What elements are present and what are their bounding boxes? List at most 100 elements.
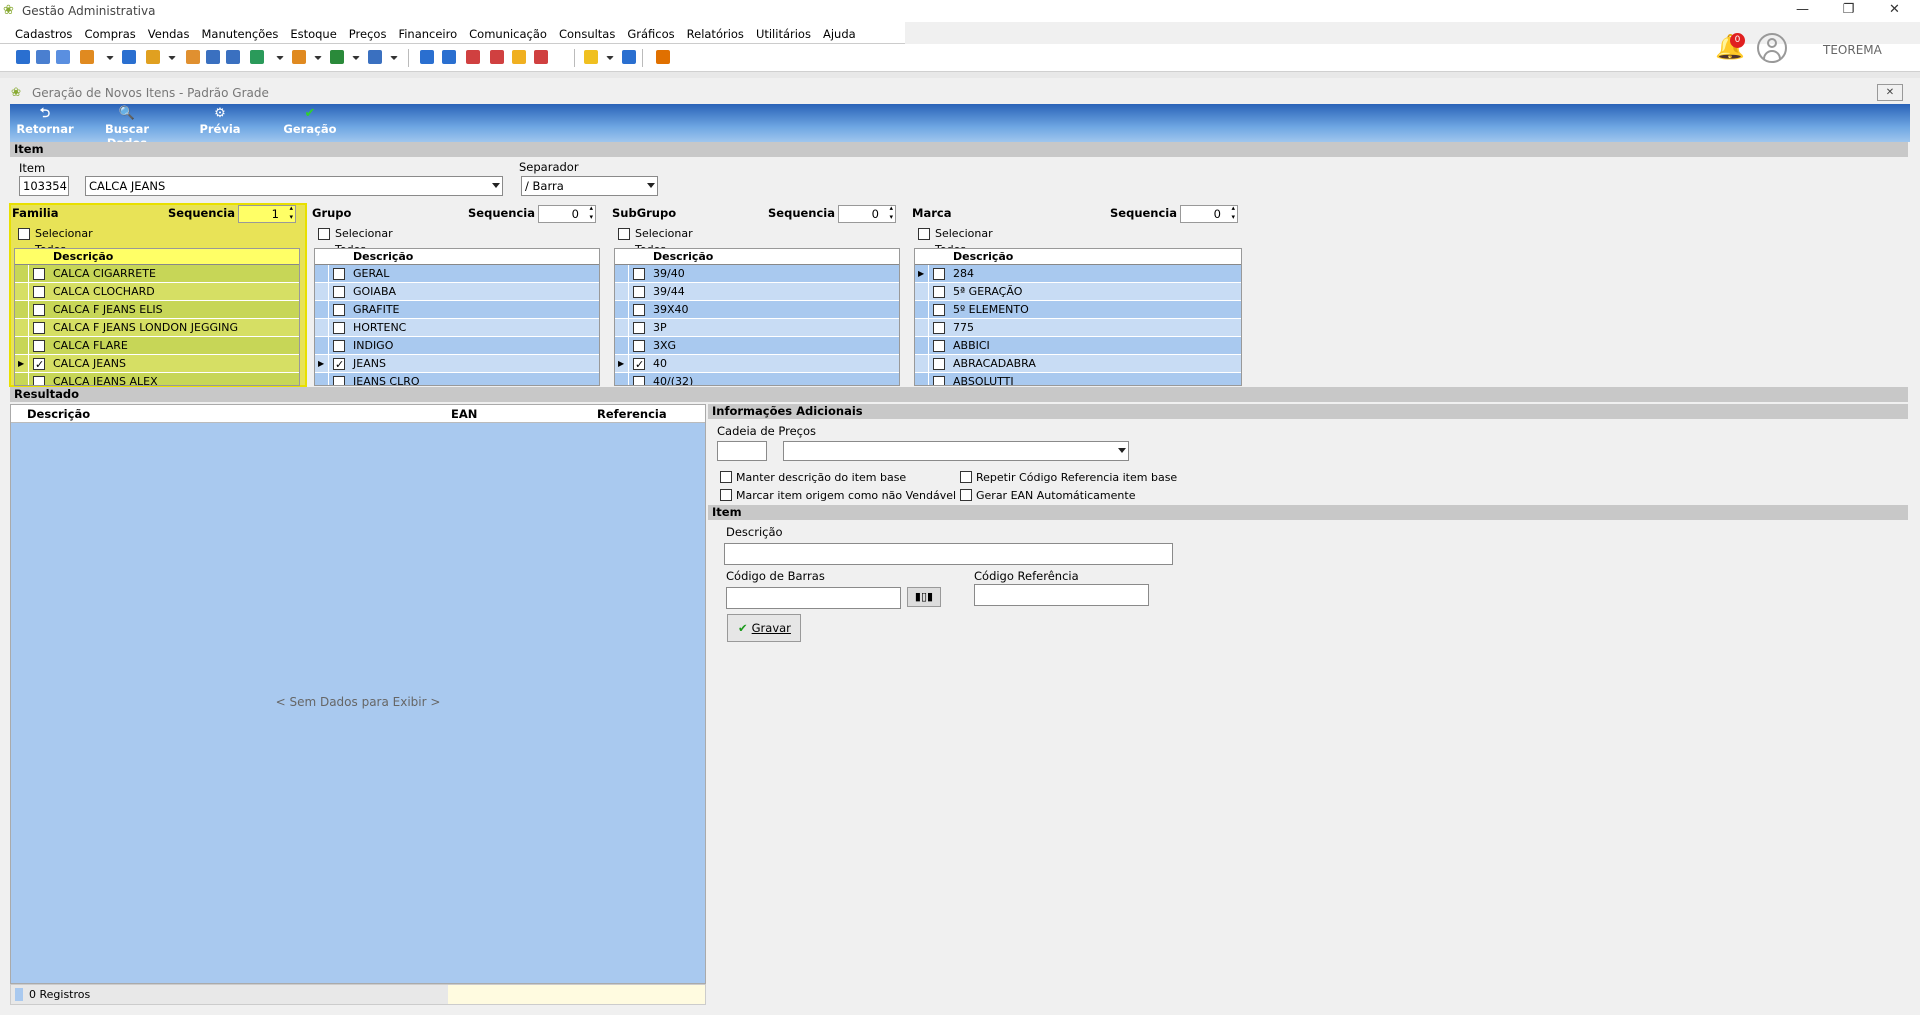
box-icon[interactable]	[292, 50, 306, 64]
row-checkbox[interactable]	[33, 286, 45, 298]
grupo-select-all-checkbox[interactable]: Selecionar Todos	[315, 226, 427, 256]
menu-financeiro[interactable]: Financeiro	[392, 22, 463, 46]
buscar-dados-button[interactable]: 🔍Buscar Dados	[88, 106, 166, 150]
row-checkbox[interactable]	[933, 268, 945, 280]
table-row[interactable]: ABBICI	[915, 337, 1241, 355]
table-row[interactable]: CALCA F JEANS LONDON JEGGING	[15, 319, 299, 337]
dropdown-icon[interactable]	[352, 56, 360, 60]
row-checkbox[interactable]	[33, 340, 45, 352]
table-row[interactable]: INDIGO	[315, 337, 599, 355]
col-ean[interactable]: EAN	[451, 407, 477, 421]
row-checkbox[interactable]	[633, 286, 645, 298]
row-checkbox[interactable]	[333, 286, 345, 298]
table-row[interactable]: 5º ELEMENTO	[915, 301, 1241, 319]
resultado-grid[interactable]: Descrição EAN Referencia < Sem Dados par…	[10, 404, 706, 984]
row-checkbox[interactable]	[33, 356, 45, 373]
row-checkbox[interactable]	[333, 356, 345, 373]
dropdown-icon[interactable]	[106, 56, 114, 60]
table-row[interactable]: 39/44	[615, 283, 899, 301]
report-icon[interactable]	[534, 50, 548, 64]
row-checkbox[interactable]	[633, 268, 645, 280]
row-checkbox[interactable]	[333, 322, 345, 334]
tree-icon[interactable]	[80, 50, 94, 64]
menu-estoque[interactable]: Estoque	[284, 22, 342, 46]
coin-icon[interactable]	[512, 50, 526, 64]
minimize-button[interactable]: —	[1780, 0, 1825, 22]
col-descricao[interactable]: Descrição	[27, 407, 90, 421]
table-row[interactable]: ▶ JEANS	[315, 355, 599, 373]
gerar-ean-checkbox[interactable]: Gerar EAN Automáticamente	[960, 489, 1135, 502]
doc-icon[interactable]	[122, 50, 136, 64]
gravar-button[interactable]: ✔ Gravar	[727, 614, 801, 642]
table-row[interactable]: ▶ 284	[915, 265, 1241, 283]
row-checkbox[interactable]	[933, 322, 945, 334]
truck-icon[interactable]	[330, 50, 344, 64]
subwindow-close-button[interactable]: ✕	[1877, 84, 1903, 101]
star-icon[interactable]	[584, 50, 598, 64]
row-checkbox[interactable]	[633, 304, 645, 316]
row-checkbox[interactable]	[633, 376, 645, 385]
grid-icon[interactable]	[466, 50, 480, 64]
row-checkbox[interactable]	[633, 340, 645, 352]
marca-sequencia-spinner[interactable]: 0	[1180, 204, 1238, 223]
people-icon[interactable]	[186, 50, 200, 64]
marca-grid[interactable]: Descrição ▶ 284 5ª GERAÇÃO 5º ELEMENTO 775 AB…	[914, 248, 1242, 386]
menu-vendas[interactable]: Vendas	[142, 22, 196, 46]
geracao-button[interactable]: ✔ Geração	[282, 106, 338, 140]
table-row[interactable]: 5ª GERAÇÃO	[915, 283, 1241, 301]
row-checkbox[interactable]	[33, 322, 45, 334]
manter-descricao-checkbox[interactable]: Manter descrição do item base	[720, 471, 906, 484]
previa-button[interactable]: ⚙ Prévia	[198, 106, 242, 140]
wizard-icon[interactable]	[36, 50, 50, 64]
familia-select-all-checkbox[interactable]: Selecionar Todos	[15, 226, 127, 256]
print-icon[interactable]	[368, 50, 382, 64]
dropdown-icon[interactable]	[276, 56, 284, 60]
item-description-combo[interactable]: CALCA JEANS	[85, 176, 503, 196]
info-icon[interactable]	[622, 50, 636, 64]
codigo-barras-field[interactable]	[726, 587, 901, 609]
table-row[interactable]: CALCA FLARE	[15, 337, 299, 355]
row-checkbox[interactable]	[933, 304, 945, 316]
table-row[interactable]: ABRACADABRA	[915, 355, 1241, 373]
menu-consultas[interactable]: Consultas	[553, 22, 621, 46]
subgrupo-sequencia-spinner[interactable]: 0	[838, 204, 896, 223]
grupo-grid[interactable]: Descrição GERAL GOIABA GRAFITE HORTENC INDIG…	[314, 248, 600, 386]
table-row[interactable]: ABSOLUTTI	[915, 373, 1241, 385]
table-row[interactable]: ▶ 40	[615, 355, 899, 373]
dropdown-icon[interactable]	[606, 56, 614, 60]
table-row[interactable]: GRAFITE	[315, 301, 599, 319]
table-row[interactable]: ▶ CALCA JEANS	[15, 355, 299, 373]
marca-select-all-checkbox[interactable]: Selecionar Todos	[915, 226, 1027, 256]
menu-cadastros[interactable]: Cadastros	[9, 22, 78, 46]
user-avatar-icon[interactable]	[1757, 33, 1787, 63]
row-checkbox[interactable]	[633, 356, 645, 373]
table-row[interactable]: GERAL	[315, 265, 599, 283]
maximize-button[interactable]: ❐	[1826, 0, 1871, 22]
menu-compras[interactable]: Compras	[78, 22, 141, 46]
marcar-nao-vendavel-checkbox[interactable]: Marcar item origem como não Vendável	[720, 489, 956, 502]
col-referencia[interactable]: Referencia	[597, 407, 667, 421]
row-checkbox[interactable]	[333, 376, 345, 385]
row-checkbox[interactable]	[933, 286, 945, 298]
row-checkbox[interactable]	[33, 268, 45, 280]
table-row[interactable]: CALCA JEANS ALEX	[15, 373, 299, 385]
subgrupo-grid[interactable]: Descrição 39/40 39/44 39X40 3P 3XG ▶ 40 40/(32)	[614, 248, 900, 386]
dropdown-icon[interactable]	[390, 56, 398, 60]
table-row[interactable]: 775	[915, 319, 1241, 337]
dropdown-icon[interactable]	[314, 56, 322, 60]
calendar-icon[interactable]	[490, 50, 504, 64]
menu-ajuda[interactable]: Ajuda	[817, 22, 862, 46]
table-row[interactable]: JEANS CLRO	[315, 373, 599, 385]
list-icon[interactable]	[206, 50, 220, 64]
table-row[interactable]: HORTENC	[315, 319, 599, 337]
cadeia-combo[interactable]	[783, 441, 1129, 461]
table-row[interactable]: CALCA F JEANS ELIS	[15, 301, 299, 319]
menu-relatorios[interactable]: Relatórios	[681, 22, 750, 46]
familia-sequencia-spinner[interactable]: 1	[238, 204, 296, 223]
retornar-button[interactable]: ⮌ Retornar	[16, 106, 74, 140]
folder-icon[interactable]	[146, 50, 160, 64]
card-icon[interactable]	[226, 50, 240, 64]
row-checkbox[interactable]	[333, 340, 345, 352]
row-checkbox[interactable]	[333, 268, 345, 280]
menu-precos[interactable]: Preços	[343, 22, 393, 46]
